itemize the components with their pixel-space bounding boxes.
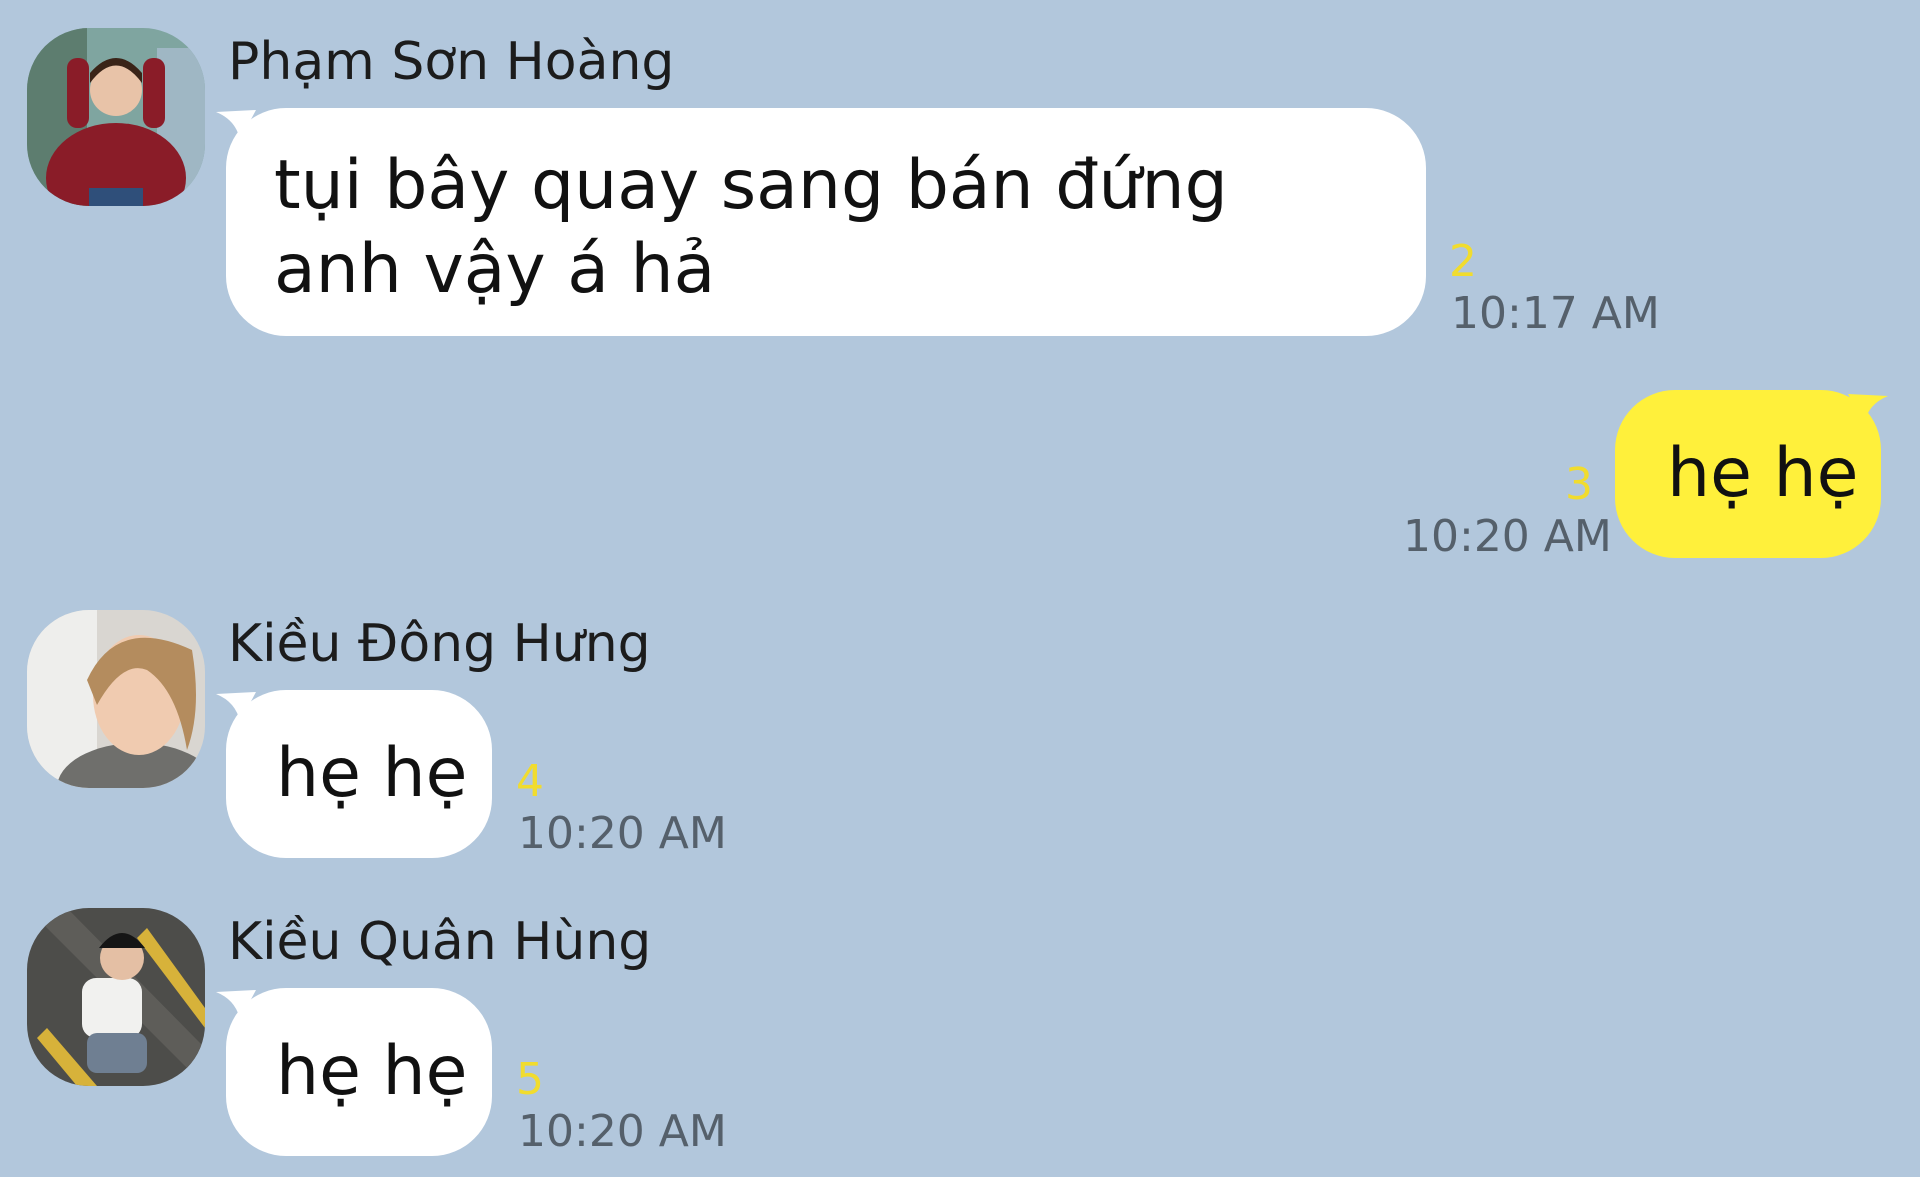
message-bubble[interactable]: tụi bây quay sang bán đứng anh vậy á hả (226, 108, 1426, 336)
unread-count: 2 (1449, 236, 1477, 287)
message-text: tụi bây quay sang bán đứng anh vậy á hả (274, 146, 1228, 309)
unread-count: 4 (516, 756, 544, 807)
message-bubble[interactable]: hẹ hẹ (226, 690, 492, 858)
message-text: hẹ hẹ (1667, 434, 1859, 513)
sender-name: Kiều Quân Hùng (228, 912, 652, 972)
message-time: 10:20 AM (518, 808, 727, 859)
my-message-bubble[interactable]: hẹ hẹ (1615, 390, 1881, 558)
avatar-photo-icon (27, 908, 205, 1086)
message-time: 10:17 AM (1451, 288, 1660, 339)
avatar-kieu-dong-hung[interactable] (27, 610, 205, 788)
chat-thread[interactable]: Phạm Sơn Hoàng tụi bây quay sang bán đứn… (0, 0, 1920, 1177)
avatar-pham-son-hoang[interactable] (27, 28, 205, 206)
unread-count: 3 (1565, 459, 1593, 510)
avatar-kieu-quan-hung[interactable] (27, 908, 205, 1086)
avatar-photo-icon (27, 28, 205, 206)
message-text: hẹ hẹ (276, 1032, 468, 1111)
sender-name: Phạm Sơn Hoàng (228, 32, 675, 92)
avatar-photo-icon (27, 610, 205, 788)
message-time: 10:20 AM (1403, 511, 1612, 562)
message-text: hẹ hẹ (276, 734, 468, 813)
unread-count: 5 (516, 1054, 544, 1105)
sender-name: Kiều Đông Hưng (228, 614, 651, 674)
message-bubble[interactable]: hẹ hẹ (226, 988, 492, 1156)
bubble-tail (1848, 394, 1888, 424)
message-time: 10:20 AM (518, 1106, 727, 1157)
